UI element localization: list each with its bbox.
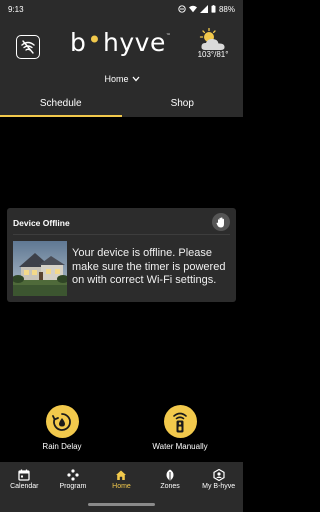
nav-home-label: Home bbox=[112, 483, 131, 490]
nav-my-bhyve-label: My B-hyve bbox=[202, 483, 236, 490]
rain-delay-button[interactable] bbox=[45, 405, 79, 438]
nav-my-bhyve[interactable]: My B-hyve bbox=[194, 462, 243, 497]
device-offline-card: Device Offline Your device is offline. P… bbox=[7, 208, 236, 302]
weather-temperature: 103°/81° bbox=[197, 50, 229, 59]
logo-dot: • bbox=[87, 26, 103, 54]
device-menu-button[interactable] bbox=[212, 213, 230, 231]
battery-icon bbox=[211, 5, 216, 13]
water-manually-action[interactable]: Water Manually bbox=[140, 405, 220, 455]
status-icons: 88% bbox=[178, 5, 235, 14]
logo-trademark: ™ bbox=[165, 33, 172, 39]
status-time: 9:13 bbox=[8, 4, 24, 14]
rain-delay-label: Rain Delay bbox=[42, 442, 82, 451]
battery-percent: 88% bbox=[218, 4, 235, 14]
home-indicator[interactable] bbox=[88, 503, 155, 506]
house-image bbox=[13, 241, 67, 296]
logo-text-right: hyve bbox=[103, 28, 166, 57]
tab-bar: Schedule Shop bbox=[0, 90, 243, 117]
hand-icon bbox=[216, 216, 224, 227]
chevron-down-icon bbox=[132, 76, 139, 82]
bhyve-logo: b•hyve™ bbox=[70, 26, 172, 58]
gesture-bar bbox=[0, 497, 243, 512]
card-title: Device Offline bbox=[13, 218, 70, 228]
status-bar: 9:13 88% bbox=[0, 0, 243, 18]
water-remote-icon bbox=[173, 412, 187, 432]
app-header: b•hyve™ 103°/81° Home bbox=[0, 18, 243, 90]
tab-schedule[interactable]: Schedule bbox=[0, 90, 122, 117]
offline-message: Your device is offline. Please make sure… bbox=[72, 247, 226, 286]
nav-program-label: Program bbox=[59, 483, 87, 490]
cell-signal-icon bbox=[199, 5, 208, 13]
water-manually-label: Water Manually bbox=[152, 442, 208, 451]
weather-widget[interactable]: 103°/81° bbox=[193, 28, 233, 78]
nav-calendar[interactable]: Calendar bbox=[0, 462, 49, 497]
account-icon bbox=[213, 469, 225, 481]
nav-home[interactable]: Home bbox=[97, 462, 146, 497]
location-label: Home bbox=[104, 74, 129, 84]
nav-zones-label: Zones bbox=[160, 483, 180, 490]
card-divider bbox=[13, 234, 230, 235]
tab-shop-label: Shop bbox=[170, 98, 194, 109]
dnd-icon bbox=[178, 5, 186, 13]
rain-delay-action[interactable]: Rain Delay bbox=[22, 405, 102, 455]
program-icon bbox=[67, 469, 79, 481]
rain-delay-icon bbox=[52, 412, 71, 431]
zones-icon bbox=[166, 469, 174, 481]
partly-cloudy-icon bbox=[199, 28, 225, 50]
water-manually-button[interactable] bbox=[163, 405, 197, 438]
nav-calendar-label: Calendar bbox=[10, 483, 39, 490]
nav-program[interactable]: Program bbox=[49, 462, 98, 497]
tab-shop[interactable]: Shop bbox=[122, 90, 244, 117]
location-selector[interactable]: Home bbox=[90, 72, 154, 86]
tab-schedule-label: Schedule bbox=[39, 98, 82, 109]
nav-zones[interactable]: Zones bbox=[146, 462, 195, 497]
home-icon bbox=[116, 470, 127, 480]
bottom-nav: Calendar Program Home Zones My B-hyve bbox=[0, 462, 243, 497]
wifi-settings-button[interactable] bbox=[16, 35, 40, 59]
wifi-signal-icon bbox=[188, 5, 197, 13]
wifi-off-icon bbox=[21, 40, 35, 54]
logo-text-left: b bbox=[70, 28, 87, 57]
calendar-icon bbox=[18, 469, 30, 481]
